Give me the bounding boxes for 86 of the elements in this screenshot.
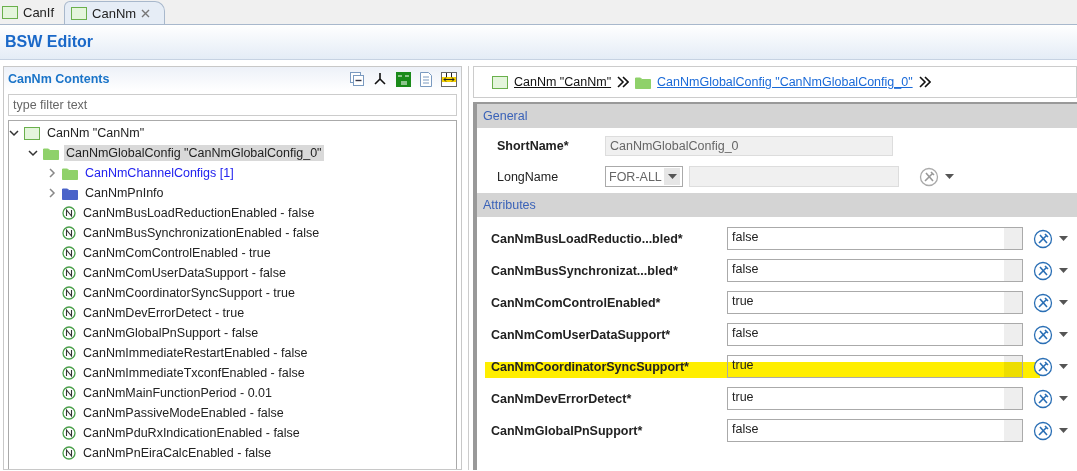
field-label: CanNmBusLoadReductio...bled* (491, 231, 684, 246)
tool-icon[interactable] (1033, 324, 1053, 345)
column-width-icon[interactable] (441, 71, 457, 87)
tool-icon[interactable] (1033, 420, 1053, 441)
filter-field[interactable]: type filter text (8, 94, 457, 116)
tree-item[interactable]: CanNmComUserDataSupport - false (81, 265, 288, 281)
panel-title: CanNm Contents (8, 72, 110, 86)
breadcrumb-link[interactable]: CanNmGlobalConfig "CanNmGlobalConfig_0" (657, 75, 913, 89)
tree-item[interactable]: CanNmChannelConfigs [1] (83, 165, 236, 181)
tool-icon[interactable] (919, 166, 939, 187)
close-icon[interactable] (141, 8, 151, 18)
value-field[interactable]: false (727, 323, 1023, 346)
field-label: CanNmGlobalPnSupport* (491, 423, 644, 438)
parameter-icon (62, 286, 76, 300)
tree-item[interactable]: CanNmImmediateTxconfEnabled - false (81, 365, 307, 381)
tree-item[interactable]: CanNmPnInfo (83, 185, 166, 201)
parameter-icon (62, 326, 76, 340)
parameter-icon (62, 346, 76, 360)
editor-tab[interactable]: CanIf (0, 1, 65, 24)
field-label: ShortName* (497, 139, 570, 153)
tree-item[interactable]: CanNmBusLoadReductionEnabled - false (81, 205, 317, 221)
caret-icon[interactable] (667, 173, 677, 180)
parameter-icon (62, 406, 76, 420)
tool-icon[interactable] (1033, 260, 1053, 281)
chevron-icon (617, 76, 630, 88)
value-field[interactable]: true (727, 291, 1023, 314)
tree-item[interactable]: CanNmImmediateRestartEnabled - false (81, 345, 310, 361)
parameter-icon (62, 206, 76, 220)
caret-icon[interactable] (1059, 395, 1068, 402)
fork-icon[interactable] (373, 72, 387, 86)
field-label: CanNmComControlEnabled* (491, 295, 662, 310)
tool-icon[interactable] (1033, 356, 1053, 377)
collapse-all-icon[interactable] (350, 72, 364, 86)
module-icon (71, 6, 88, 20)
parameter-icon (62, 266, 76, 280)
caret-icon[interactable] (1059, 363, 1068, 370)
module-icon (492, 75, 508, 89)
caret-icon[interactable] (1059, 235, 1068, 242)
parameter-icon (62, 426, 76, 440)
tree-item[interactable]: CanNmGlobalPnSupport - false (81, 325, 261, 341)
tree-item[interactable]: CanNmDevErrorDetect - true (81, 305, 247, 321)
value-field[interactable]: false (727, 419, 1023, 442)
chevron-icon (918, 76, 931, 88)
field-label: CanNmBusSynchronizat...bled* (491, 263, 679, 278)
tree-item[interactable]: CanNmCoordinatorSyncSupport - true (81, 285, 297, 301)
tree-item[interactable]: CanNmPduRxIndicationEnabled - false (81, 425, 302, 441)
parameter-icon (62, 246, 76, 260)
field-label: CanNmDevErrorDetect* (491, 391, 633, 406)
section-header[interactable]: General (477, 104, 1077, 128)
document-icon[interactable] (420, 71, 432, 87)
parameter-icon (62, 386, 76, 400)
parameter-icon (62, 306, 76, 320)
tree-item[interactable]: CanNmComControlEnabled - true (81, 245, 273, 261)
tree-item[interactable]: CanNm "CanNm" (45, 125, 147, 141)
caret-icon[interactable] (1059, 331, 1068, 338)
language-dropdown[interactable]: FOR-ALL (605, 166, 683, 187)
value-field[interactable]: false (727, 259, 1023, 282)
tree-item[interactable]: CanNmBusSynchronizationEnabled - false (81, 225, 322, 241)
parameter-icon (62, 226, 76, 240)
parameter-icon (62, 446, 76, 460)
breadcrumb-link[interactable]: CanNm "CanNm" (514, 75, 612, 89)
value-field[interactable]: true (727, 387, 1023, 410)
field-label: LongName (497, 169, 560, 184)
caret-icon[interactable] (1059, 267, 1068, 274)
tree-item[interactable]: CanNmPnEiraCalcEnabled - false (81, 445, 274, 461)
short-name-field: CanNmGlobalConfig_0 (605, 136, 893, 156)
field-label: CanNmCoordinatorSyncSupport* (491, 359, 690, 374)
tree-item[interactable]: CanNmGlobalConfig "CanNmGlobalConfig_0" (64, 145, 324, 161)
section-header[interactable]: Attributes (477, 193, 1077, 217)
editor-tab[interactable]: CanNm (64, 1, 166, 24)
caret-icon[interactable] (945, 173, 954, 180)
module-icon (2, 6, 18, 19)
caret-icon[interactable] (1059, 427, 1068, 434)
value-field[interactable]: false (727, 227, 1023, 250)
parameter-icon (62, 366, 76, 380)
tool-icon[interactable] (1033, 228, 1053, 249)
tool-icon[interactable] (1033, 292, 1053, 313)
module-icon (24, 126, 40, 140)
tree-item[interactable]: CanNmMainFunctionPeriod - 0.01 (81, 385, 274, 401)
resource-icon[interactable] (396, 71, 411, 87)
folder-icon (635, 75, 652, 89)
tool-icon[interactable] (1033, 388, 1053, 409)
value-field[interactable]: true (727, 355, 1023, 378)
tree-item[interactable]: CanNmPassiveModeEnabled - false (81, 405, 286, 421)
field-label: CanNmComUserDataSupport* (491, 327, 672, 342)
caret-icon[interactable] (1059, 299, 1068, 306)
